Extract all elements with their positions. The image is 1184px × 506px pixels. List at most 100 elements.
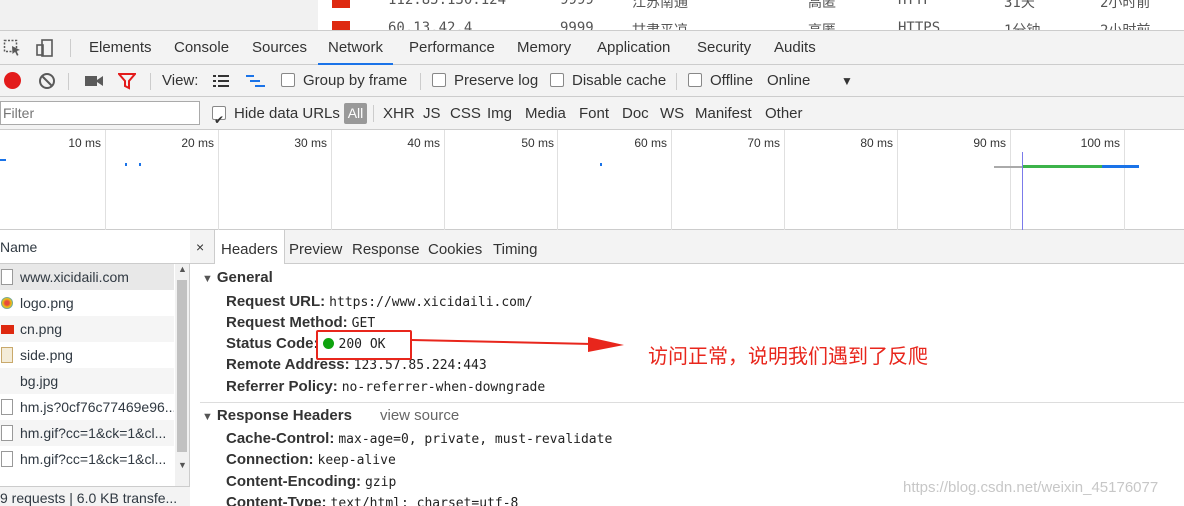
tick-line — [105, 130, 106, 230]
request-row[interactable]: bg.jpg — [0, 368, 174, 394]
type-filter-font[interactable]: Font — [579, 97, 609, 130]
filter-bar: Hide data URLs All XHR JS CSS Img Media … — [0, 97, 1184, 137]
tab-security[interactable]: Security — [697, 31, 751, 65]
type-filter-xhr[interactable]: XHR — [383, 97, 415, 130]
request-row[interactable]: side.png — [0, 342, 174, 368]
tab-cookies[interactable]: Cookies — [428, 230, 482, 264]
request-list-scrollbar[interactable]: ▲ ▼ — [175, 264, 189, 506]
request-name: side.png — [20, 347, 73, 363]
throttling-value: Online — [767, 72, 811, 89]
divider — [150, 73, 151, 90]
triangle-down-icon: ▼ — [202, 273, 213, 285]
filter-funnel-icon[interactable] — [116, 73, 138, 93]
name-column-header[interactable]: Name — [0, 230, 190, 264]
type-filter-css[interactable]: CSS — [450, 97, 481, 130]
type-filter-manifest[interactable]: Manifest — [695, 97, 752, 130]
tick-line — [1010, 130, 1011, 230]
group-by-frame-checkbox[interactable]: Group by frame — [281, 65, 407, 97]
timeline-bar — [0, 159, 6, 161]
filter-input[interactable] — [0, 101, 200, 125]
tick-line — [218, 130, 219, 230]
tick-label: 40 ms — [407, 136, 440, 150]
record-icon[interactable] — [4, 72, 21, 89]
tab-audits[interactable]: Audits — [774, 31, 816, 65]
header-key: Connection: — [226, 451, 314, 468]
tab-timing[interactable]: Timing — [493, 230, 537, 264]
scroll-thumb[interactable] — [177, 280, 187, 452]
header-value: text/html; charset=utf-8 — [330, 496, 519, 506]
preserve-log-checkbox[interactable]: Preserve log — [432, 65, 538, 97]
cache-control-row: Cache-Control: max-age=0, private, must-r… — [226, 430, 612, 447]
tab-sources[interactable]: Sources — [252, 31, 307, 65]
request-row[interactable]: hm.gif?cc=1&ck=1&cl... — [0, 420, 174, 446]
throttling-select[interactable]: Online — [767, 65, 810, 97]
type-filter-ws[interactable]: WS — [660, 97, 684, 130]
tab-response[interactable]: Response — [352, 230, 420, 264]
page-cell: 1分钟 — [1004, 20, 1040, 30]
page-cell: 高匿 — [808, 0, 836, 11]
header-key: Request Method: — [226, 314, 348, 331]
tab-preview[interactable]: Preview — [289, 230, 342, 264]
tick-label: 90 ms — [973, 136, 1006, 150]
view-source-link[interactable]: view source — [380, 407, 459, 424]
offline-checkbox[interactable]: Offline — [688, 65, 753, 97]
flag-cn-icon — [332, 21, 350, 30]
inspect-element-icon[interactable] — [3, 39, 23, 57]
response-headers-section-toggle[interactable]: ▼ Response Headers — [202, 407, 352, 424]
request-row[interactable]: logo.png — [0, 290, 174, 316]
clear-icon[interactable] — [38, 72, 56, 93]
type-filter-all[interactable]: All — [344, 103, 367, 124]
flag-cn-icon — [1, 325, 14, 334]
view-label: View: — [162, 72, 199, 89]
tab-memory[interactable]: Memory — [517, 31, 571, 65]
page-behind-strip: 112.85.130.124 9999 江苏南通 高匿 HTTP 31天 2小时… — [0, 0, 1184, 30]
scroll-up-icon[interactable]: ▲ — [178, 264, 187, 274]
hide-data-urls-label: Hide data URLs — [234, 105, 340, 122]
header-key: Referrer Policy: — [226, 378, 338, 395]
tab-headers[interactable]: Headers — [214, 230, 285, 264]
request-row[interactable]: www.xicidaili.com — [0, 264, 174, 290]
image-icon — [1, 347, 13, 363]
screenshot-camera-icon[interactable] — [84, 74, 104, 91]
tick-line — [1124, 130, 1125, 230]
page-cell: 江苏南通 — [632, 0, 688, 11]
tab-application[interactable]: Application — [597, 31, 670, 65]
chevron-down-icon[interactable]: ▼ — [841, 65, 853, 97]
disable-cache-checkbox[interactable]: Disable cache — [550, 65, 666, 97]
request-row[interactable]: cn.png — [0, 316, 174, 342]
waterfall-overview-icon[interactable] — [246, 74, 266, 91]
type-filter-img[interactable]: Img — [487, 97, 512, 130]
tick-line — [671, 130, 672, 230]
image-icon — [1, 373, 13, 389]
device-toolbar-icon[interactable] — [35, 39, 55, 57]
general-section-toggle[interactable]: ▼ General — [202, 269, 273, 286]
divider — [68, 73, 69, 90]
large-rows-icon[interactable] — [213, 74, 229, 91]
request-name: www.xicidaili.com — [20, 269, 129, 285]
type-filter-other[interactable]: Other — [765, 97, 803, 130]
tab-network[interactable]: Network — [318, 31, 394, 65]
disable-cache-label: Disable cache — [572, 72, 667, 89]
tick-label: 20 ms — [181, 136, 214, 150]
watermark-text: https://blog.csdn.net/weixin_45176077 — [903, 479, 1159, 496]
header-key: Request URL: — [226, 293, 326, 310]
close-icon[interactable]: × — [196, 230, 204, 264]
header-key: Status Code: — [226, 335, 319, 352]
hide-data-urls-checkbox[interactable]: Hide data URLs — [212, 97, 340, 137]
timeline-overview[interactable]: 10 ms 20 ms 30 ms 40 ms 50 ms 60 ms 70 m… — [0, 130, 1184, 230]
page-cell: HTTPS — [898, 20, 941, 30]
tab-console[interactable]: Console — [174, 31, 229, 65]
request-row[interactable]: hm.gif?cc=1&ck=1&cl... — [0, 446, 174, 472]
tick-label: 10 ms — [68, 136, 101, 150]
type-filter-js[interactable]: JS — [423, 97, 441, 130]
request-row[interactable]: hm.js?0cf76c77469e96... — [0, 394, 174, 420]
scroll-down-icon[interactable]: ▼ — [178, 460, 187, 470]
type-filter-media[interactable]: Media — [525, 97, 566, 130]
tab-performance[interactable]: Performance — [409, 31, 495, 65]
tick-label: 50 ms — [521, 136, 554, 150]
request-name: hm.js?0cf76c77469e96... — [20, 399, 174, 415]
annotation-text: 访问正常，说明我们遇到了反爬 — [648, 346, 928, 368]
tab-elements[interactable]: Elements — [89, 31, 152, 65]
flag-cn-icon — [332, 0, 350, 8]
type-filter-doc[interactable]: Doc — [622, 97, 649, 130]
